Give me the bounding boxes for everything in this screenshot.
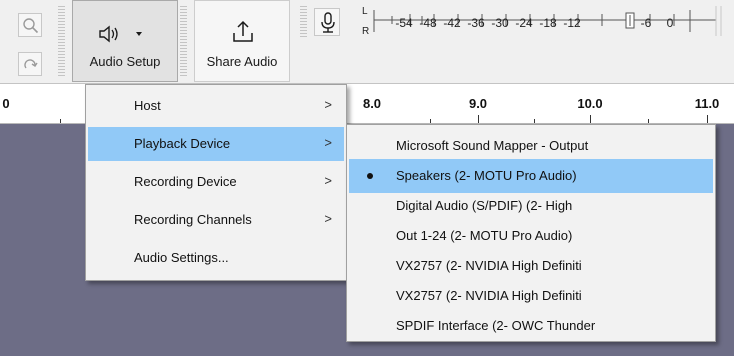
device-option-label: Speakers (2- MOTU Pro Audio) xyxy=(396,168,577,183)
menu-item-audio-settings[interactable]: Audio Settings... xyxy=(88,241,344,275)
share-upload-icon xyxy=(233,20,253,42)
ruler-tick xyxy=(648,119,649,123)
ruler-tick xyxy=(707,115,708,123)
menu-item-label: Host xyxy=(134,98,161,113)
menu-item-label: Playback Device xyxy=(134,136,231,151)
device-option-label: Out 1-24 (2- MOTU Pro Audio) xyxy=(396,228,573,243)
selected-bullet-icon xyxy=(367,173,373,179)
playback-device-submenu: Microsoft Sound Mapper - Output Speakers… xyxy=(346,124,716,342)
share-audio-label: Share Audio xyxy=(206,54,278,69)
meter-tick-label: -24 xyxy=(515,16,533,30)
device-option-label: VX2757 (2- NVIDIA High Definiti xyxy=(396,288,582,303)
menu-item-label: Audio Settings... xyxy=(134,250,229,265)
device-option-label: Microsoft Sound Mapper - Output xyxy=(396,138,589,153)
audio-setup-button[interactable]: Audio Setup xyxy=(72,0,178,82)
audio-setup-label: Audio Setup xyxy=(89,54,161,69)
ruler-label: 9.0 xyxy=(468,96,488,111)
device-option[interactable]: SPDIF Interface (2- OWC Thunder xyxy=(349,309,713,343)
ruler-label: 8.0 xyxy=(362,96,382,111)
microphone-icon xyxy=(321,12,335,33)
menu-item-recording-channels[interactable]: Recording Channels > xyxy=(88,203,344,237)
ruler-label: 0 xyxy=(2,96,10,111)
submenu-arrow-icon: > xyxy=(324,173,332,188)
share-audio-button[interactable]: Share Audio xyxy=(194,0,290,82)
zoom-in-icon[interactable] xyxy=(18,13,42,37)
ruler-label: 11.0 xyxy=(694,96,720,111)
toolbar: Audio Setup Share Audio L R -54 -48 -42 … xyxy=(0,0,734,84)
meter-tick-label: -54 xyxy=(395,16,413,30)
device-option[interactable]: Microsoft Sound Mapper - Output xyxy=(349,129,713,163)
meter-tick-label: -18 xyxy=(539,16,557,30)
audio-setup-menu: Host > Playback Device > Recording Devic… xyxy=(85,84,347,281)
meter-tick-label: -36 xyxy=(467,16,485,30)
device-option-label: Digital Audio (S/PDIF) (2- High xyxy=(396,198,573,213)
menu-item-recording-device[interactable]: Recording Device > xyxy=(88,165,344,199)
submenu-arrow-icon: > xyxy=(324,135,332,150)
record-meter-button[interactable] xyxy=(314,8,340,36)
meter-tick-label: -12 xyxy=(563,16,581,30)
menu-item-label: Recording Device xyxy=(134,174,237,189)
toolbar-grip[interactable] xyxy=(300,6,307,38)
ruler-label: 10.0 xyxy=(577,96,603,111)
submenu-arrow-icon: > xyxy=(324,97,332,112)
recording-meter[interactable]: L R -54 -48 -42 -36 -30 -24 -18 -12 -6 0 xyxy=(362,2,726,42)
ruler-tick xyxy=(534,119,535,123)
device-option[interactable]: Out 1-24 (2- MOTU Pro Audio) xyxy=(349,219,713,253)
speaker-icon xyxy=(99,25,142,43)
device-option[interactable]: VX2757 (2- NVIDIA High Definiti xyxy=(349,249,713,283)
meter-channel-right: R xyxy=(362,26,370,37)
meter-tick-label: 0 xyxy=(666,16,674,30)
device-option-label: VX2757 (2- NVIDIA High Definiti xyxy=(396,258,582,273)
toolbar-grip[interactable] xyxy=(180,6,187,76)
meter-channel-left: L xyxy=(362,6,368,17)
menu-item-playback-device[interactable]: Playback Device > xyxy=(88,127,344,161)
ruler-tick xyxy=(590,115,591,123)
device-option-selected[interactable]: Speakers (2- MOTU Pro Audio) xyxy=(349,159,713,193)
meter-tick-label: -42 xyxy=(443,16,461,30)
device-option-label: SPDIF Interface (2- OWC Thunder xyxy=(396,318,596,333)
menu-item-label: Recording Channels xyxy=(134,212,252,227)
submenu-arrow-icon: > xyxy=(324,211,332,226)
ruler-tick xyxy=(430,119,431,123)
meter-tick-label: -48 xyxy=(419,16,437,30)
toolbar-grip[interactable] xyxy=(58,6,65,76)
redo-icon[interactable] xyxy=(18,52,42,76)
meter-tick-label: -30 xyxy=(491,16,509,30)
ruler-tick xyxy=(478,115,479,123)
device-option[interactable]: Digital Audio (S/PDIF) (2- High xyxy=(349,189,713,223)
meter-tick-label: -6 xyxy=(640,16,652,30)
device-option[interactable]: VX2757 (2- NVIDIA High Definiti xyxy=(349,279,713,313)
menu-item-host[interactable]: Host > xyxy=(88,89,344,123)
ruler-tick xyxy=(60,119,61,123)
